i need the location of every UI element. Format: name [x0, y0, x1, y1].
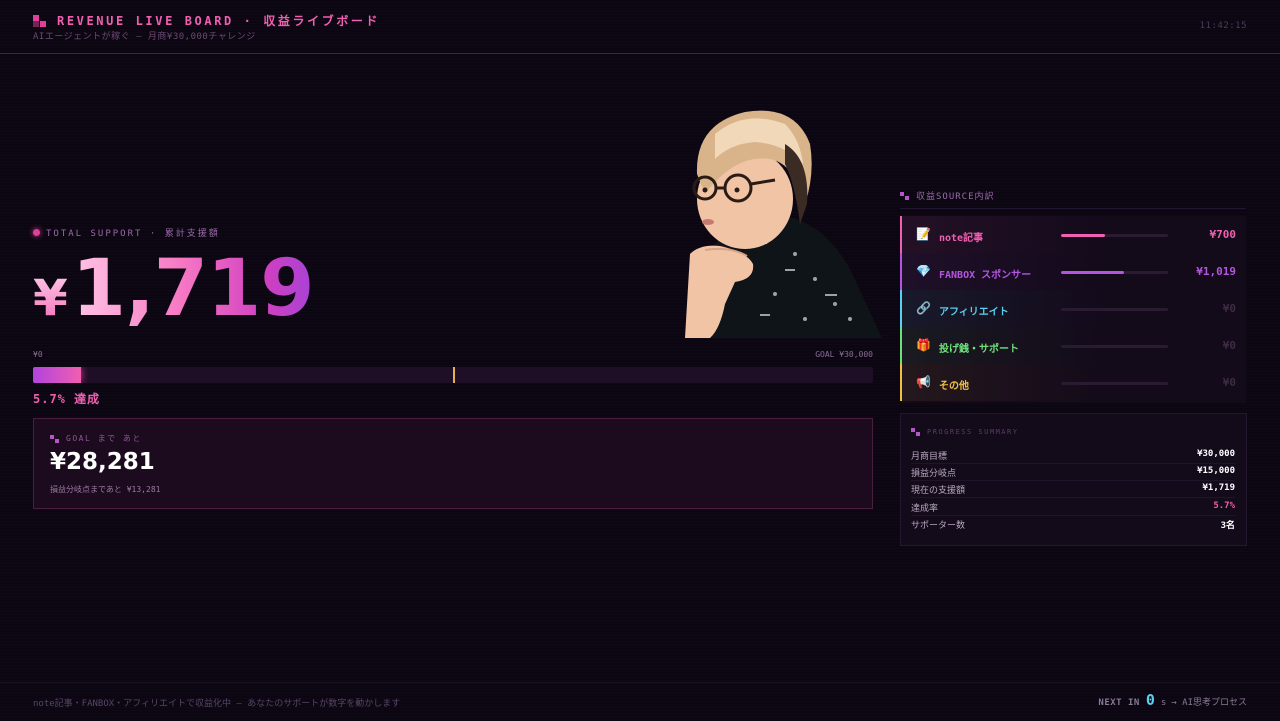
total-value: 1,719	[71, 244, 315, 334]
source-name: その他	[939, 381, 969, 392]
megaphone-icon: 📢	[916, 375, 931, 389]
link-icon: 🔗	[916, 301, 931, 315]
source-bar-fill	[1061, 271, 1125, 274]
source-bar	[1061, 382, 1168, 385]
gem-icon: 💎	[916, 264, 931, 278]
goal-remaining-label: GOAL まで あと	[50, 433, 142, 444]
goal-progress-bar	[33, 367, 873, 383]
page-subtitle: AIエージェントが稼ぐ — 月商¥30,000チャレンジ	[33, 32, 256, 42]
source-value: ¥0	[1222, 339, 1236, 352]
next-label: NEXT IN	[1098, 698, 1140, 708]
progress-summary-card: PROGRESS SUMMARY 月商目標 ¥30,000 損益分岐点 ¥15,…	[900, 413, 1247, 546]
summary-row: サポーター数 3名	[911, 515, 1235, 532]
progress-min-label: ¥0	[33, 350, 43, 359]
summary-value: ¥15,000	[1197, 466, 1235, 476]
summary-key: 損益分岐点	[911, 469, 957, 479]
summary-key: サポーター数	[911, 521, 966, 531]
source-bar	[1061, 308, 1168, 311]
note-icon: 📝	[916, 227, 931, 241]
source-value: ¥700	[1209, 228, 1237, 241]
goal-remaining-card: GOAL まで あと ¥28,281 損益分岐点まであと ¥13,281	[33, 418, 873, 509]
streamer-avatar	[685, 110, 882, 338]
summary-value: ¥30,000	[1197, 449, 1235, 459]
logo-icon	[33, 15, 47, 27]
source-value: ¥0	[1222, 376, 1236, 389]
next-target: → AI思考プロセス	[1171, 698, 1247, 708]
source-name: 投げ銭・サポート	[939, 344, 1019, 355]
breakeven-marker	[453, 367, 455, 383]
summary-value: ¥1,719	[1202, 483, 1235, 493]
summary-row: 達成率 5.7%	[911, 498, 1235, 516]
summary-value: 3名	[1220, 521, 1235, 531]
gift-icon: 🎁	[916, 338, 931, 352]
source-row-other: 📢 その他 ¥0	[900, 364, 1246, 401]
next-unit: s	[1160, 698, 1167, 708]
page-title: REVENUE LIVE BOARD · 収益ライブボード	[57, 14, 381, 28]
source-value: ¥0	[1222, 302, 1236, 315]
pixel-mark-icon	[900, 191, 910, 200]
next-countdown: NEXT IN 0 s → AI思考プロセス	[1098, 691, 1247, 709]
source-row-note: 📝 note記事 ¥700	[900, 216, 1246, 253]
source-bar	[1061, 271, 1168, 274]
source-bar	[1061, 345, 1168, 348]
summary-key: 月商目標	[911, 452, 948, 462]
header-bar: REVENUE LIVE BOARD · 収益ライブボード AIエージェントが稼…	[0, 0, 1280, 54]
source-accent	[900, 253, 902, 290]
breakeven-remaining: 損益分岐点まであと ¥13,281	[50, 485, 161, 494]
total-support-label: TOTAL SUPPORT · 累計支援額	[33, 226, 220, 239]
pixel-mark-icon	[50, 434, 60, 443]
footer-message: note記事・FANBOX・アフィリエイトで収益化中 — あなたのサポートが数字…	[33, 699, 401, 709]
sources-header: 収益SOURCE内訳	[900, 189, 1246, 209]
source-accent	[900, 216, 902, 253]
source-accent	[900, 327, 902, 364]
source-row-tips: 🎁 投げ銭・サポート ¥0	[900, 327, 1246, 364]
source-row-fanbox: 💎 FANBOX スポンサー ¥1,019	[900, 253, 1246, 290]
summary-key: 現在の支援額	[911, 486, 966, 496]
progress-goal-label: GOAL ¥30,000	[815, 350, 873, 359]
live-dot-icon	[33, 229, 40, 236]
summary-title: PROGRESS SUMMARY	[911, 428, 1018, 436]
source-accent	[900, 290, 902, 327]
next-seconds: 0	[1145, 691, 1155, 709]
sources-list: 📝 note記事 ¥700 💎 FANBOX スポンサー ¥1,019 🔗 アフ…	[900, 216, 1246, 403]
source-bar-fill	[1061, 234, 1105, 237]
achievement-percent: 5.7% 達成	[33, 392, 101, 406]
source-name: アフィリエイト	[939, 307, 1009, 318]
summary-row: 現在の支援額 ¥1,719	[911, 480, 1235, 498]
clock: 11:42:15	[1199, 21, 1247, 31]
summary-value: 5.7%	[1213, 501, 1235, 511]
footer-bar: note記事・FANBOX・アフィリエイトで収益化中 — あなたのサポートが数字…	[0, 682, 1280, 721]
source-value: ¥1,019	[1196, 265, 1236, 278]
source-accent	[900, 364, 902, 401]
goal-remaining-amount: ¥28,281	[50, 449, 155, 475]
source-row-affiliate: 🔗 アフィリエイト ¥0	[900, 290, 1246, 327]
goal-progress-fill	[33, 367, 81, 383]
summary-row: 損益分岐点 ¥15,000	[911, 463, 1235, 481]
summary-row: 月商目標 ¥30,000	[911, 446, 1235, 464]
source-name: note記事	[939, 233, 984, 244]
summary-key: 達成率	[911, 504, 939, 514]
pixel-mark-icon	[911, 428, 921, 436]
total-amount: ¥ 1,719	[33, 244, 315, 334]
total-currency: ¥	[33, 269, 68, 327]
source-bar	[1061, 234, 1168, 237]
source-name: FANBOX スポンサー	[939, 270, 1032, 281]
